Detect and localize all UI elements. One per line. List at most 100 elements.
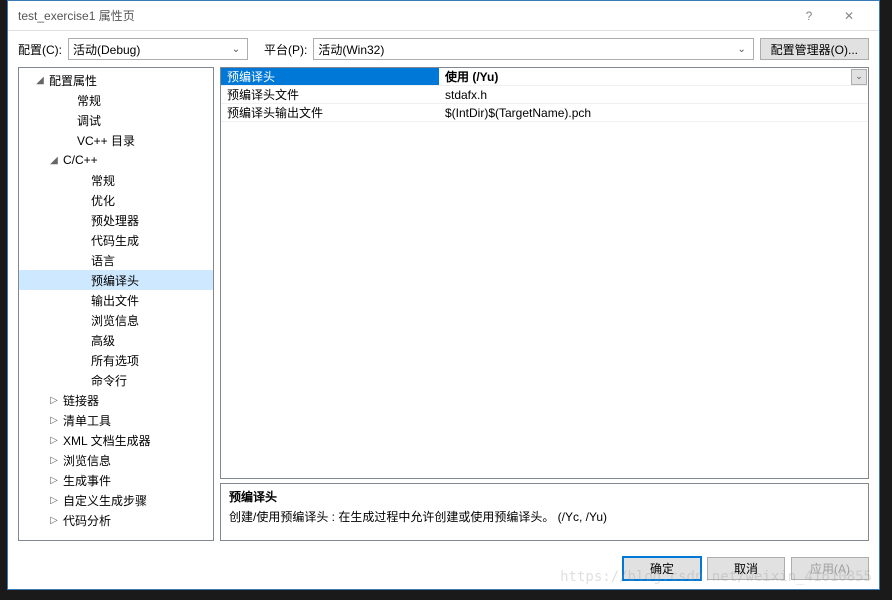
platform-label: 平台(P): (264, 41, 307, 58)
tree-item[interactable]: ▷XML 文档生成器 (19, 430, 213, 450)
tree-item-label: C/C++ (63, 153, 98, 167)
tree-item[interactable]: ◢C/C++ (19, 150, 213, 170)
grid-property-label: 预编译头输出文件 (221, 104, 439, 121)
apply-button[interactable]: 应用(A) (791, 557, 869, 580)
expander-closed-icon[interactable]: ▷ (47, 513, 61, 527)
expander-closed-icon[interactable]: ▷ (47, 413, 61, 427)
expander-closed-icon[interactable]: ▷ (47, 433, 61, 447)
tree-item[interactable]: 命令行 (19, 370, 213, 390)
ok-button[interactable]: 确定 (623, 557, 701, 580)
config-manager-button[interactable]: 配置管理器(O)... (760, 38, 869, 60)
expander-none (61, 93, 75, 107)
grid-property-label: 预编译头文件 (221, 86, 439, 103)
tree-item-label: XML 文档生成器 (63, 432, 151, 449)
expander-open-icon[interactable]: ◢ (33, 73, 47, 87)
tree-item-label: 优化 (91, 192, 115, 209)
expander-closed-icon[interactable]: ▷ (47, 493, 61, 507)
expander-none (75, 373, 89, 387)
tree-item-label: 链接器 (63, 392, 99, 409)
description-text: 创建/使用预编译头 : 在生成过程中允许创建或使用预编译头。 (/Yc, /Yu… (229, 508, 860, 525)
grid-property-value[interactable]: 使用 (/Yu) (439, 68, 851, 85)
grid-property-value[interactable]: $(IntDir)$(TargetName).pch (439, 104, 868, 121)
expander-none (75, 253, 89, 267)
tree-item[interactable]: 高级 (19, 330, 213, 350)
config-toolbar: 配置(C): 活动(Debug) ⌄ 平台(P): 活动(Win32) ⌄ 配置… (8, 31, 879, 67)
config-combo-value: 活动(Debug) (73, 41, 229, 58)
expander-none (75, 233, 89, 247)
expander-closed-icon[interactable]: ▷ (47, 453, 61, 467)
tree-item[interactable]: 预处理器 (19, 210, 213, 230)
tree-item[interactable]: ▷自定义生成步骤 (19, 490, 213, 510)
config-tree[interactable]: ◢配置属性常规调试VC++ 目录◢C/C++常规优化预处理器代码生成语言预编译头… (18, 67, 214, 541)
property-page-dialog: test_exercise1 属性页 ? ✕ 配置(C): 活动(Debug) … (7, 0, 880, 590)
tree-item-label: 常规 (77, 92, 101, 109)
tree-item[interactable]: 预编译头 (19, 270, 213, 290)
window-title: test_exercise1 属性页 (18, 7, 789, 24)
tree-item-label: 语言 (91, 252, 115, 269)
expander-closed-icon[interactable]: ▷ (47, 473, 61, 487)
grid-row[interactable]: 预编译头使用 (/Yu)⌄ (221, 68, 868, 86)
tree-item-label: 生成事件 (63, 472, 111, 489)
tree-item[interactable]: 常规 (19, 90, 213, 110)
tree-item[interactable]: ▷清单工具 (19, 410, 213, 430)
expander-none (75, 273, 89, 287)
tree-item[interactable]: 调试 (19, 110, 213, 130)
tree-item-label: 高级 (91, 332, 115, 349)
tree-item[interactable]: ▷链接器 (19, 390, 213, 410)
cancel-button[interactable]: 取消 (707, 557, 785, 580)
tree-item-label: 浏览信息 (91, 312, 139, 329)
tree-item-label: 代码生成 (91, 232, 139, 249)
grid-row[interactable]: 预编译头文件stdafx.h (221, 86, 868, 104)
config-label: 配置(C): (18, 41, 62, 58)
expander-closed-icon[interactable]: ▷ (47, 393, 61, 407)
expander-none (61, 113, 75, 127)
close-button[interactable]: ✕ (829, 2, 869, 30)
tree-item[interactable]: 所有选项 (19, 350, 213, 370)
tree-item[interactable]: 优化 (19, 190, 213, 210)
tree-item[interactable]: ▷浏览信息 (19, 450, 213, 470)
expander-none (75, 173, 89, 187)
chevron-down-icon: ⌄ (229, 44, 243, 55)
tree-item-label: 常规 (91, 172, 115, 189)
grid-row[interactable]: 预编译头输出文件$(IntDir)$(TargetName).pch (221, 104, 868, 122)
tree-item-label: 命令行 (91, 372, 127, 389)
expander-none (75, 353, 89, 367)
tree-item[interactable]: 代码生成 (19, 230, 213, 250)
expander-none (75, 313, 89, 327)
tree-item[interactable]: 常规 (19, 170, 213, 190)
tree-item[interactable]: ▷生成事件 (19, 470, 213, 490)
description-title: 预编译头 (229, 488, 860, 505)
expander-open-icon[interactable]: ◢ (47, 153, 61, 167)
tree-item-label: 代码分析 (63, 512, 111, 529)
expander-none (75, 293, 89, 307)
tree-item-label: 配置属性 (49, 72, 97, 89)
config-combo[interactable]: 活动(Debug) ⌄ (68, 38, 248, 60)
tree-item[interactable]: ▷代码分析 (19, 510, 213, 530)
tree-item[interactable]: ◢配置属性 (19, 70, 213, 90)
tree-item[interactable]: VC++ 目录 (19, 130, 213, 150)
tree-item-label: 所有选项 (91, 352, 139, 369)
expander-none (75, 213, 89, 227)
property-grid[interactable]: 预编译头使用 (/Yu)⌄预编译头文件stdafx.h预编译头输出文件$(Int… (220, 67, 869, 479)
content-area: ◢配置属性常规调试VC++ 目录◢C/C++常规优化预处理器代码生成语言预编译头… (8, 67, 879, 547)
tree-item-label: 自定义生成步骤 (63, 492, 147, 509)
chevron-down-icon[interactable]: ⌄ (851, 69, 867, 85)
help-button[interactable]: ? (789, 2, 829, 30)
right-panel: 预编译头使用 (/Yu)⌄预编译头文件stdafx.h预编译头输出文件$(Int… (220, 67, 869, 541)
expander-none (61, 133, 75, 147)
dialog-buttons: 确定 取消 应用(A) (8, 547, 879, 589)
tree-item[interactable]: 浏览信息 (19, 310, 213, 330)
expander-none (75, 333, 89, 347)
expander-none (75, 193, 89, 207)
platform-combo[interactable]: 活动(Win32) ⌄ (313, 38, 753, 60)
tree-item-label: 浏览信息 (63, 452, 111, 469)
tree-item-label: 调试 (77, 112, 101, 129)
grid-property-label: 预编译头 (221, 68, 439, 85)
tree-item-label: 输出文件 (91, 292, 139, 309)
grid-property-value[interactable]: stdafx.h (439, 86, 868, 103)
tree-item[interactable]: 语言 (19, 250, 213, 270)
tree-item-label: 清单工具 (63, 412, 111, 429)
tree-item-label: 预编译头 (91, 272, 139, 289)
platform-combo-value: 活动(Win32) (318, 41, 734, 58)
tree-item[interactable]: 输出文件 (19, 290, 213, 310)
